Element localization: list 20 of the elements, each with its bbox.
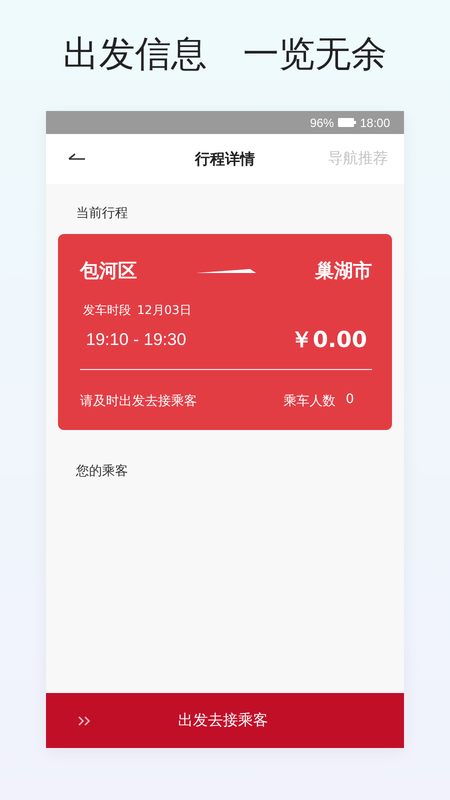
origin: 包河区 (80, 259, 137, 284)
depart-button[interactable]: 出发去接乘客 (46, 693, 404, 748)
battery-level: 96% (310, 116, 334, 130)
chevrons-icon (78, 716, 92, 726)
screen-title: 行程详情 (195, 150, 255, 168)
section-title: 您的乘客 (76, 463, 129, 480)
battery-icon (338, 118, 356, 127)
departure-date: 12月03日 (137, 302, 192, 319)
notice-text: 请及时出发去接乘客 (80, 393, 197, 410)
back-button[interactable] (68, 152, 86, 160)
passenger-count-label: 乘车人数 (284, 393, 336, 410)
section-title: 当前行程 (76, 205, 129, 222)
headline-text: 一览无余 (243, 33, 387, 77)
period-label: 发车时段 (83, 302, 131, 319)
price: ￥0.00 (290, 327, 367, 355)
destination: 巢湖市 (315, 259, 372, 284)
time-range: 19:10 - 19:30 (86, 330, 186, 350)
passenger-count: 0 (346, 392, 354, 409)
clock: 18:00 (360, 116, 390, 130)
headline-text: 出发信息 (63, 33, 207, 77)
